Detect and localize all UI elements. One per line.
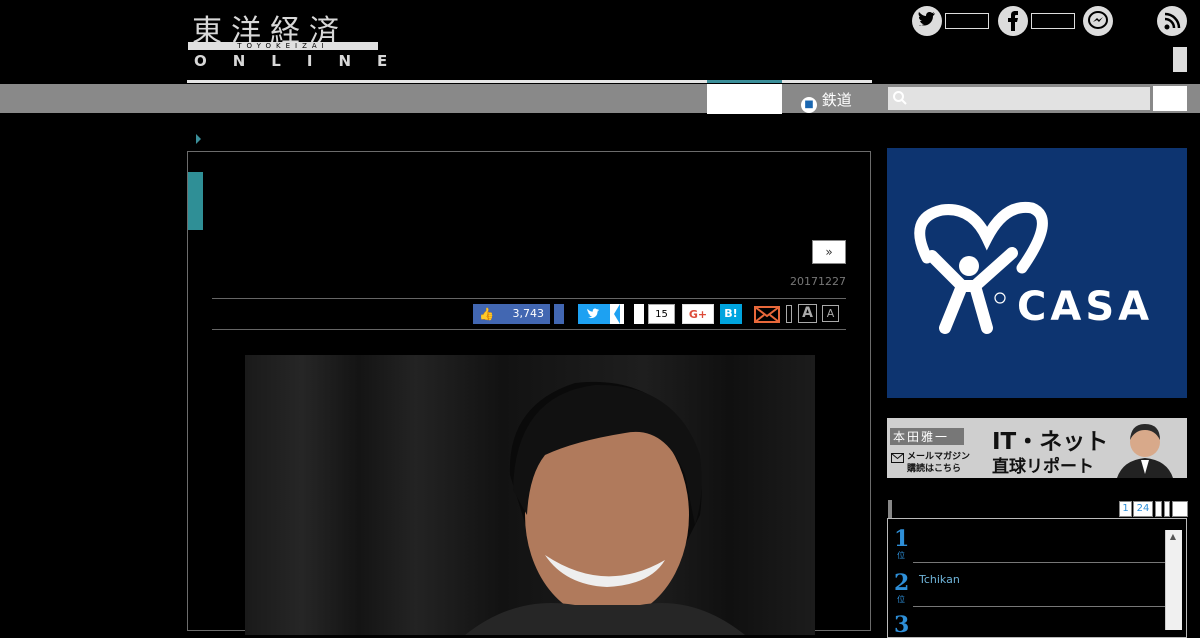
facebook-icon[interactable]: [998, 6, 1028, 36]
casa-heart-logo-icon: [914, 201, 1048, 334]
facebook-like-count[interactable]: [1031, 13, 1075, 29]
ranking-tab-5[interactable]: [1172, 501, 1188, 517]
nav-active-indicator: [707, 80, 782, 83]
nav-tab-railway[interactable]: ■ 鉄道: [801, 89, 852, 113]
honda-subscribe: 購読はこちら: [907, 464, 962, 474]
train-icon: ■: [801, 97, 817, 113]
hatena-count-box: [634, 304, 644, 324]
honda-name: 本田雅一: [893, 430, 950, 444]
ranking-tab-3[interactable]: [1155, 501, 1162, 517]
share-divider-top: [212, 298, 846, 299]
rank-suffix-2: 位: [897, 595, 905, 604]
ranking-tab-1[interactable]: 1: [1119, 501, 1132, 517]
casa-ad-brand: CASA: [1017, 284, 1154, 330]
hatena-bookmark-button[interactable]: B!: [720, 304, 742, 324]
hatena-count: 15: [648, 304, 675, 324]
article-date: 20171227: [790, 275, 846, 288]
facebook-like-button[interactable]: 👍 3,743: [473, 304, 550, 324]
search-button[interactable]: [1153, 86, 1187, 111]
rank-divider: [913, 562, 1165, 563]
twitter-follow-count[interactable]: [945, 13, 989, 29]
messenger-icon[interactable]: [1083, 6, 1113, 36]
breadcrumb-arrow-icon: [196, 134, 201, 144]
envelope-icon: [891, 453, 904, 463]
logo-subtitle: TOYOKEIZAI: [237, 42, 329, 50]
honda-title-report: 直球リポート: [992, 457, 1094, 477]
rank-suffix-1: 位: [897, 551, 905, 560]
nav-tab-railway-label: 鉄道: [821, 91, 852, 109]
twitter-bird-icon: [587, 308, 600, 319]
share-divider-bottom: [212, 329, 846, 330]
casa-ad-banner[interactable]: CASA: [887, 148, 1187, 398]
honda-newsletter-banner[interactable]: 本田雅一 メールマガジン 購読はこちら IT・ネット 直球リポート: [887, 418, 1187, 478]
rank-number-3: 3: [894, 612, 910, 638]
twitter-icon[interactable]: [912, 6, 942, 36]
ranking-tab-4[interactable]: [1164, 501, 1170, 517]
rank-divider: [913, 606, 1165, 607]
rank-number-1: 1: [894, 526, 910, 552]
next-page-button[interactable]: »: [812, 240, 846, 264]
font-size-large-button[interactable]: A: [798, 304, 817, 323]
rss-icon[interactable]: [1157, 6, 1187, 36]
nav-tab-active[interactable]: [707, 84, 782, 114]
ranking-scrollbar[interactable]: [1165, 530, 1182, 630]
font-size-small-button[interactable]: A: [822, 305, 839, 322]
rank-number-2: 2: [894, 570, 910, 596]
facebook-like-count-label: 3,743: [512, 307, 545, 320]
google-plus-button[interactable]: G+: [682, 304, 714, 324]
print-button[interactable]: [786, 305, 792, 323]
article-photo: [245, 355, 815, 635]
menu-toggle[interactable]: [1173, 47, 1187, 72]
ranking-header-bar: [888, 500, 892, 518]
scroll-up-icon[interactable]: ▲: [1165, 530, 1181, 544]
tweet-button[interactable]: [578, 304, 610, 324]
thumbs-up-icon: 👍: [479, 307, 494, 321]
search-input[interactable]: [888, 87, 1150, 110]
logo-online: ONLINE: [194, 52, 414, 70]
honda-title-it: IT・ネット: [992, 429, 1109, 455]
ranking-tab-24[interactable]: 24: [1133, 501, 1153, 517]
facebook-share-button[interactable]: [554, 304, 564, 324]
mail-icon[interactable]: [754, 304, 780, 324]
author-portrait: [1117, 424, 1173, 478]
title-accent-bar: [188, 172, 203, 230]
search-icon: [893, 91, 907, 105]
rank-item-title-2[interactable]: Tchikan: [919, 573, 960, 586]
